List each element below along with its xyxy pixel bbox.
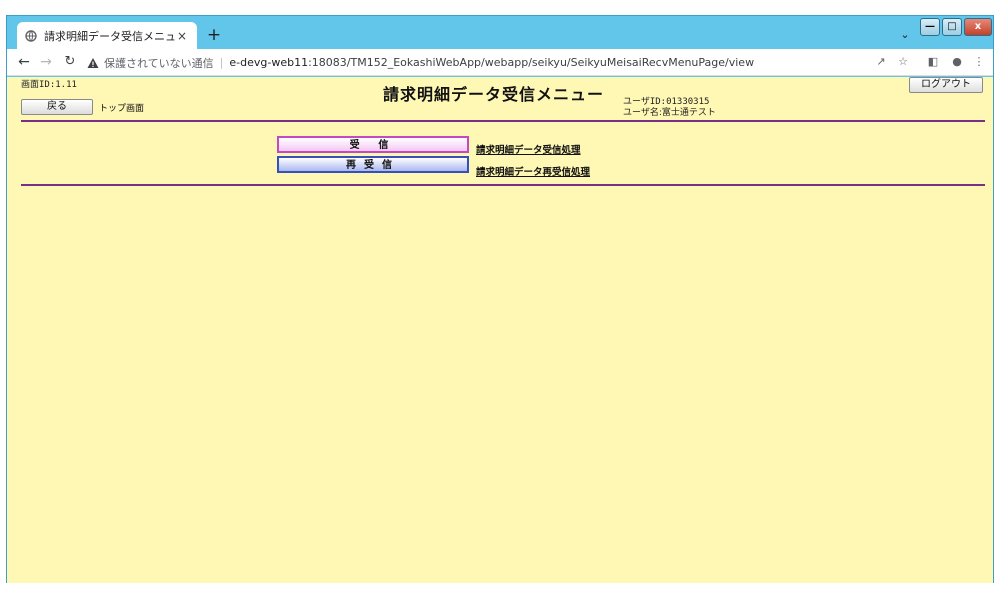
page-content: 画面ID:1.11 請求明細データ受信メニュー ログアウト 戻る トップ画面 ユ… (7, 77, 993, 583)
page-title: 請求明細データ受信メニュー (383, 85, 605, 104)
logout-button[interactable]: ログアウト (909, 77, 983, 93)
security-label: 保護されていない通信 (104, 56, 214, 70)
header-divider (21, 120, 985, 122)
receive-button[interactable]: 受 信 (277, 136, 469, 153)
warning-icon (87, 57, 99, 68)
reload-icon[interactable]: ↻ (61, 53, 79, 71)
bookmark-star-icon[interactable]: ☆ (895, 54, 911, 70)
rereceive-button[interactable]: 再受信 (277, 156, 469, 173)
browser-tab[interactable]: 請求明細データ受信メニュー × (17, 22, 197, 49)
globe-icon (25, 29, 37, 42)
tab-strip: 請求明細データ受信メニュー × + ⌄ — □ x (7, 16, 993, 49)
share-icon[interactable]: ↗ (873, 54, 889, 70)
address-toolbar: ← → ↻ 保護されていない通信 | e-devg-web11:18083/TM… (7, 49, 993, 76)
new-tab-icon[interactable]: + (205, 26, 223, 44)
chevron-down-icon[interactable]: ⌄ (897, 28, 913, 44)
side-panel-icon[interactable]: ◧ (925, 54, 941, 70)
back-button[interactable]: 戻る (21, 99, 93, 115)
screen-id: 画面ID:1.11 (21, 80, 77, 90)
tab-title: 請求明細データ受信メニュー (44, 29, 175, 43)
rereceive-process-link[interactable]: 請求明細データ再受信処理 (476, 164, 590, 178)
menu-kebab-icon[interactable]: ⋮ (971, 54, 987, 70)
profile-icon[interactable]: ● (949, 54, 965, 70)
browser-window: 請求明細データ受信メニュー × + ⌄ — □ x ← → ↻ 保護されていない… (6, 15, 994, 583)
maximize-button[interactable]: □ (942, 18, 962, 36)
url-text: e-devg-web11:18083/TM152_EokashiWebApp/w… (229, 56, 754, 69)
url-path: :18083/TM152_EokashiWebApp/webapp/seikyu… (308, 56, 755, 69)
forward-arrow-icon[interactable]: → (37, 53, 55, 71)
back-arrow-icon[interactable]: ← (15, 53, 33, 71)
url-host: e-devg-web11 (229, 56, 309, 69)
close-tab-icon[interactable]: × (175, 29, 189, 43)
top-screen-label: トップ画面 (99, 104, 145, 114)
address-separator: | (219, 56, 224, 69)
receive-process-link[interactable]: 請求明細データ受信処理 (476, 142, 581, 156)
close-window-button[interactable]: x (964, 18, 992, 36)
menu-divider (21, 184, 985, 186)
address-bar[interactable]: 保護されていない通信 | e-devg-web11:18083/TM152_Eo… (87, 52, 857, 73)
user-name: ユーザ名:富士通テスト (623, 108, 716, 118)
minimize-button[interactable]: — (920, 18, 940, 36)
